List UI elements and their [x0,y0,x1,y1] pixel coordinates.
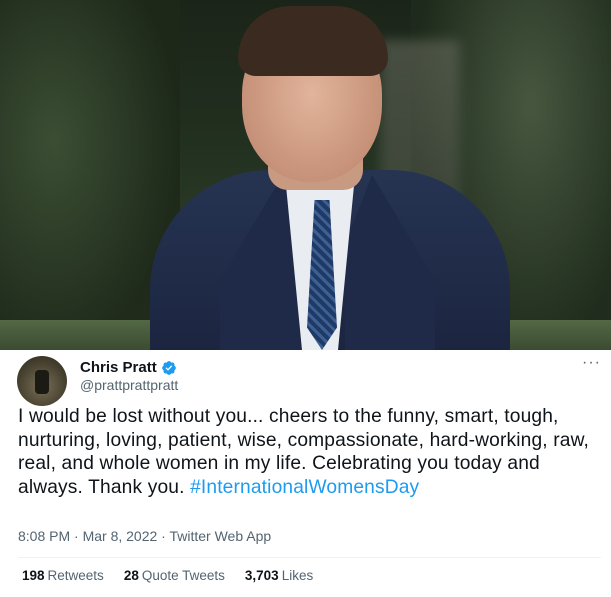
author-name-row: Chris Pratt [80,359,177,376]
more-options-icon[interactable]: ··· [582,354,601,372]
header-photo [0,0,611,350]
retweets-stat[interactable]: 198 Retweets [22,568,104,583]
avatar[interactable] [17,356,67,406]
tweet-text: I would be lost without you... cheers to… [18,405,603,499]
verified-badge-icon [161,360,176,375]
tweet-card: Chris Pratt @prattprattpratt ··· I would… [0,350,611,597]
likes-count: 3,703 [244,568,279,583]
divider [18,557,601,558]
likes-stat[interactable]: 3,703 Likes [245,568,313,583]
quotes-stat[interactable]: 28 Quote Tweets [124,568,225,583]
likes-label: Likes [281,568,314,583]
hashtag-link[interactable]: #InternationalWomensDay [190,477,419,498]
hair [238,6,388,76]
quotes-label: Quote Tweets [141,568,225,583]
author-name[interactable]: Chris Pratt [80,359,157,376]
author-handle[interactable]: @prattprattpratt [80,377,178,393]
quotes-count: 28 [123,568,139,583]
tweet-timestamp[interactable]: 8:08 PM · Mar 8, 2022 · Twitter Web App [18,528,271,544]
retweets-label: Retweets [47,568,104,583]
person-figure [150,0,510,350]
retweets-count: 198 [22,568,45,583]
avatar-figure [35,370,49,394]
tweet-stats: 198 Retweets 28 Quote Tweets 3,703 Likes [22,568,313,583]
